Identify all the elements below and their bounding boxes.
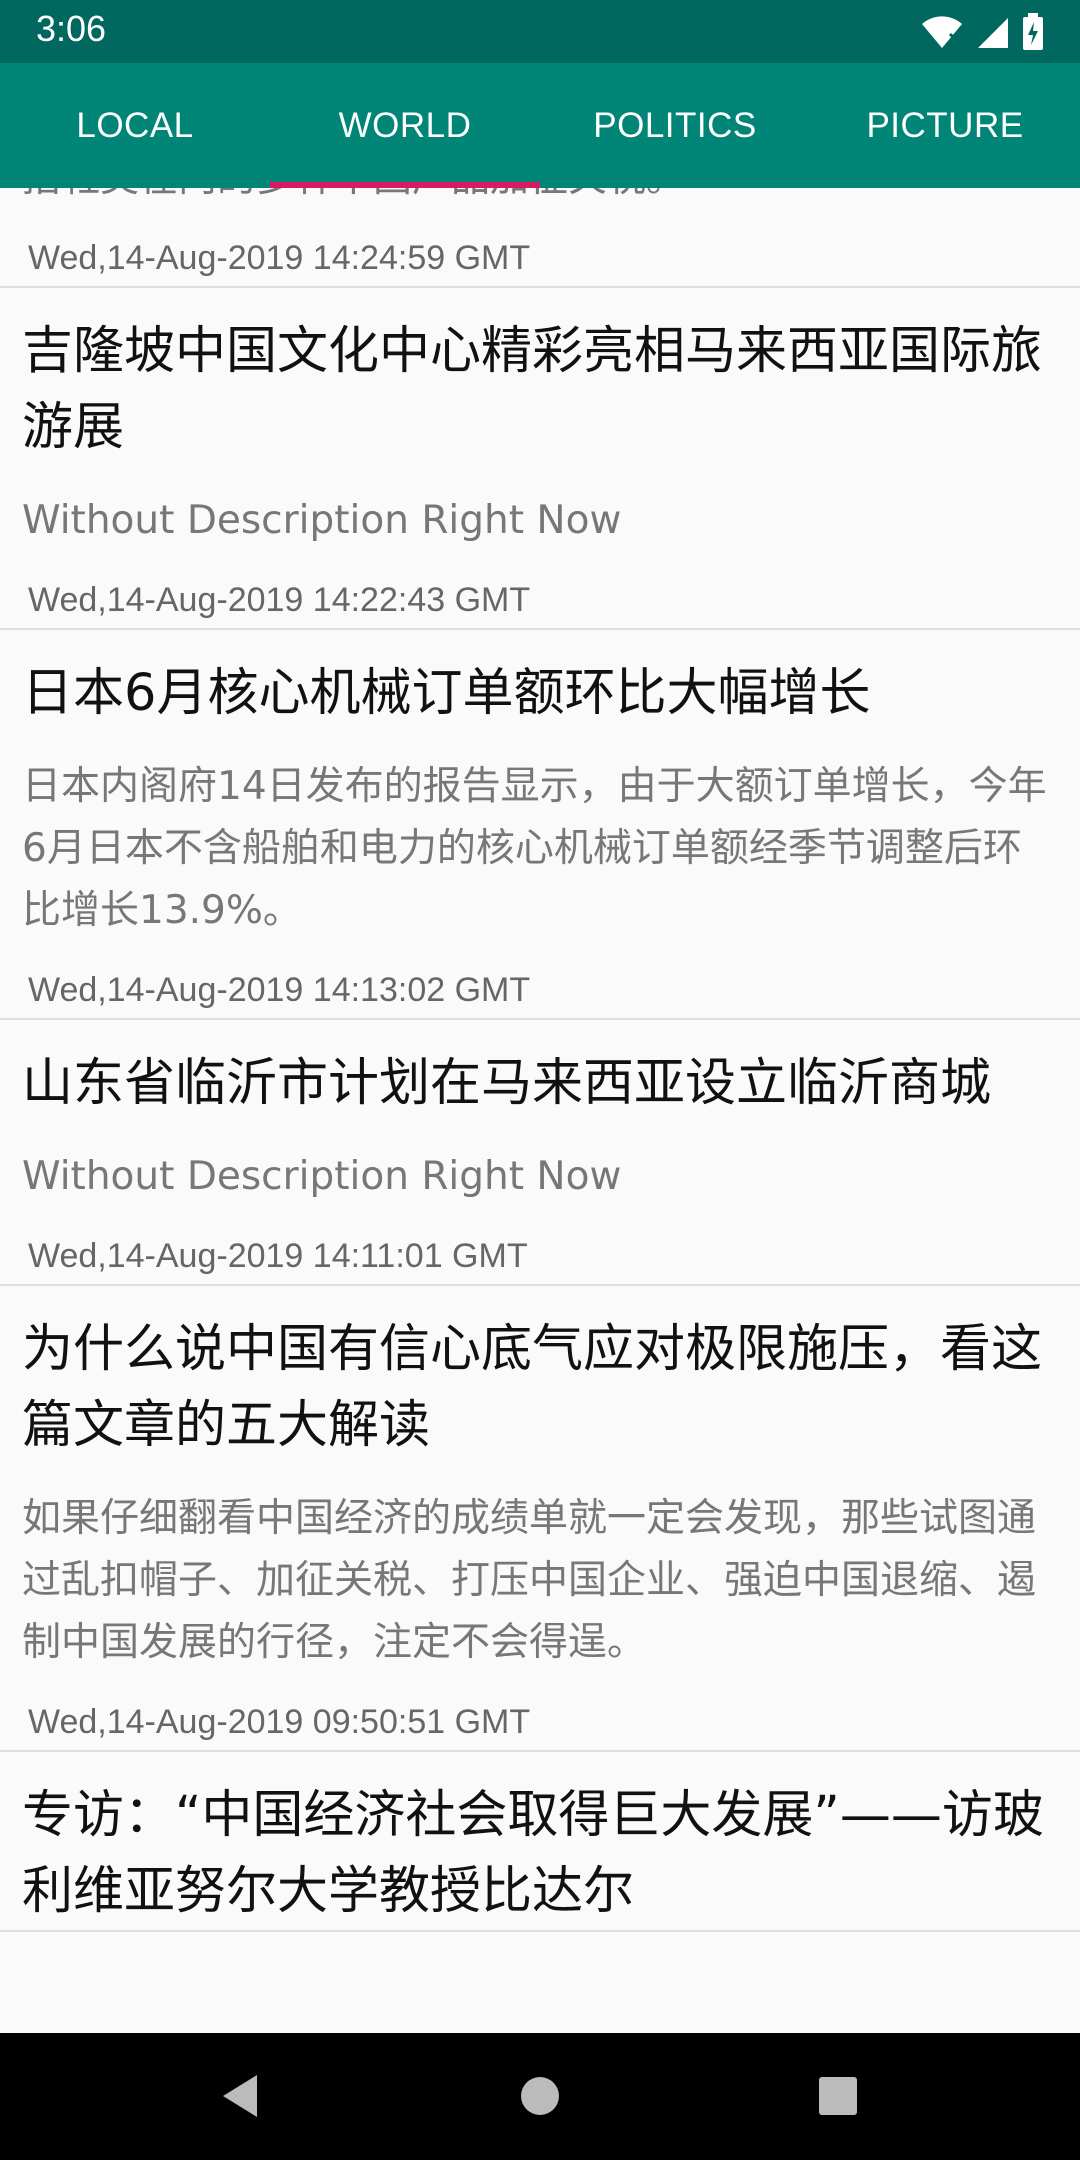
status-time: 3:06 xyxy=(36,8,107,49)
news-description: Without Description Right Now xyxy=(22,498,622,543)
news-description: 日本内阁府14日发布的报告显示，由于大额订单增长，今年6月日本不含船舶和电力的核… xyxy=(22,764,1047,933)
news-time: Wed,14-Aug-2019 14:13:02 GMT xyxy=(28,971,531,1009)
back-icon[interactable] xyxy=(205,2061,275,2131)
status-bar: 3:06 xyxy=(0,0,1080,63)
news-item[interactable]: 山东省临沂市计划在马来西亚设立临沂商城 Without Description … xyxy=(0,1020,1080,1286)
tab-picture[interactable]: PICTURE xyxy=(810,63,1080,188)
news-title: 为什么说中国有信心底气应对极限施压，看这篇文章的五大解读 xyxy=(22,1320,1043,1455)
news-description: 如果仔细翻看中国经济的成绩单就一定会发现，那些试图通过乱扣帽子、加征关税、打压中… xyxy=(22,1496,1037,1665)
news-description: Without Description Right Now xyxy=(22,1154,622,1199)
news-list: 括鞋类在内的多种中国产品加征关税。 Wed,14-Aug-2019 14:24:… xyxy=(0,188,1080,1932)
news-item[interactable]: 日本6月核心机械订单额环比大幅增长 日本内阁府14日发布的报告显示，由于大额订单… xyxy=(0,630,1080,1020)
news-list-viewport[interactable]: 括鞋类在内的多种中国产品加征关税。 Wed,14-Aug-2019 14:24:… xyxy=(0,188,1080,2033)
news-time: Wed,14-Aug-2019 14:22:43 GMT xyxy=(28,581,531,619)
news-title: 吉隆坡中国文化中心精彩亮相马来西亚国际旅游展 xyxy=(22,322,1043,457)
news-time: Wed,14-Aug-2019 14:24:59 GMT xyxy=(28,239,531,277)
news-title: 专访：“中国经济社会取得巨大发展”——访玻利维亚努尔大学教授比达尔 xyxy=(22,1786,1044,1921)
tab-politics[interactable]: POLITICS xyxy=(540,63,810,188)
news-item[interactable]: 括鞋类在内的多种中国产品加征关税。 Wed,14-Aug-2019 14:24:… xyxy=(0,188,1080,288)
tab-local[interactable]: LOCAL xyxy=(0,63,270,188)
tab-bar: LOCAL WORLD POLITICS PICTURE xyxy=(0,63,1080,188)
status-icons xyxy=(920,12,1044,52)
tab-label: POLITICS xyxy=(593,105,757,145)
news-time: Wed,14-Aug-2019 09:50:51 GMT xyxy=(28,1703,531,1741)
tab-label: PICTURE xyxy=(866,105,1024,145)
battery-icon xyxy=(1022,13,1044,51)
news-title: 山东省临沂市计划在马来西亚设立临沂商城 xyxy=(22,1054,992,1113)
tab-world[interactable]: WORLD xyxy=(270,63,540,188)
news-item[interactable]: 专访：“中国经济社会取得巨大发展”——访玻利维亚努尔大学教授比达尔 xyxy=(0,1752,1080,1932)
tab-indicator xyxy=(270,182,540,188)
navigation-bar xyxy=(0,2033,1080,2160)
news-title: 日本6月核心机械订单额环比大幅增长 xyxy=(22,664,871,723)
home-icon[interactable] xyxy=(505,2061,575,2131)
news-item[interactable]: 为什么说中国有信心底气应对极限施压，看这篇文章的五大解读 如果仔细翻看中国经济的… xyxy=(0,1286,1080,1752)
news-description: 括鞋类在内的多种中国产品加征关税。 xyxy=(0,188,1080,210)
tab-label: WORLD xyxy=(338,105,472,145)
recents-icon[interactable] xyxy=(803,2061,873,2131)
news-item[interactable]: 吉隆坡中国文化中心精彩亮相马来西亚国际旅游展 Without Descripti… xyxy=(0,288,1080,630)
wifi-icon xyxy=(920,14,964,50)
news-time: Wed,14-Aug-2019 14:11:01 GMT xyxy=(28,1237,528,1275)
tab-label: LOCAL xyxy=(76,105,194,145)
signal-icon xyxy=(976,14,1010,50)
